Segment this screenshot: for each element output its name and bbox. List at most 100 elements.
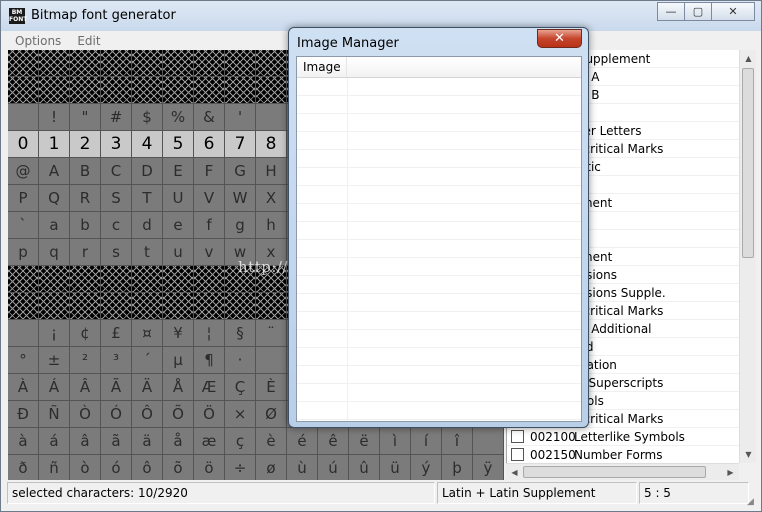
glyph-cell[interactable]: ó [101,455,132,480]
vertical-scrollbar[interactable]: ▲ ▼ [739,50,756,463]
glyph-cell[interactable] [225,266,256,293]
glyph-cell[interactable]: % [163,104,194,131]
glyph-cell[interactable] [194,50,225,77]
glyph-cell[interactable]: X [256,185,287,212]
glyph-cell[interactable] [163,266,194,293]
glyph-cell[interactable]: þ [442,455,473,480]
glyph-cell[interactable]: 6 [194,131,225,158]
glyph-cell[interactable]: t [132,239,163,266]
glyph-cell[interactable] [256,347,287,374]
glyph-cell[interactable]: Á [39,374,70,401]
glyph-cell[interactable]: a [39,212,70,239]
glyph-cell[interactable]: u [163,239,194,266]
scroll-right-icon[interactable]: ▶ [722,464,739,481]
glyph-cell[interactable] [132,266,163,293]
glyph-cell[interactable] [70,50,101,77]
glyph-cell[interactable]: @ [8,158,39,185]
resize-grip-icon[interactable]: ◢ [747,497,759,509]
glyph-cell[interactable] [225,293,256,320]
glyph-cell[interactable]: î [442,428,473,455]
glyph-cell[interactable]: ì [380,428,411,455]
glyph-cell[interactable]: § [225,320,256,347]
glyph-cell[interactable]: ê [318,428,349,455]
glyph-cell[interactable]: ä [132,428,163,455]
glyph-cell[interactable] [256,293,287,320]
glyph-cell[interactable]: Ö [194,401,225,428]
image-list[interactable]: Image [296,56,582,422]
column-header-image[interactable]: Image [297,57,347,77]
glyph-cell[interactable]: Ó [101,401,132,428]
glyph-cell[interactable]: 7 [225,131,256,158]
glyph-cell[interactable]: G [225,158,256,185]
glyph-cell[interactable] [256,266,287,293]
maximize-button[interactable]: ▢ [684,2,712,21]
glyph-cell[interactable]: á [39,428,70,455]
glyph-cell[interactable]: ø [256,455,287,480]
glyph-cell[interactable]: U [163,185,194,212]
glyph-cell[interactable]: v [194,239,225,266]
glyph-cell[interactable] [473,428,504,455]
glyph-cell[interactable]: # [101,104,132,131]
glyph-cell[interactable] [194,293,225,320]
glyph-cell[interactable] [8,50,39,77]
glyph-cell[interactable]: µ [163,347,194,374]
glyph-cell[interactable]: q [39,239,70,266]
glyph-cell[interactable]: ÷ [225,455,256,480]
glyph-cell[interactable]: ú [318,455,349,480]
scroll-up-icon[interactable]: ▲ [740,50,757,67]
glyph-cell[interactable]: w [225,239,256,266]
glyph-cell[interactable]: ´ [132,347,163,374]
glyph-cell[interactable]: â [70,428,101,455]
glyph-cell[interactable]: è [256,428,287,455]
glyph-cell[interactable] [225,50,256,77]
glyph-cell[interactable] [70,266,101,293]
glyph-cell[interactable]: é [287,428,318,455]
glyph-cell[interactable] [163,293,194,320]
glyph-cell[interactable] [256,77,287,104]
glyph-cell[interactable]: È [256,374,287,401]
glyph-cell[interactable] [8,320,39,347]
dialog-close-button[interactable]: ✕ [537,29,582,48]
menu-options[interactable]: Options [7,34,69,48]
glyph-cell[interactable]: ¦ [194,320,225,347]
glyph-cell[interactable]: Â [70,374,101,401]
glyph-cell[interactable]: " [70,104,101,131]
hscrollbar-thumb[interactable] [523,466,706,478]
glyph-cell[interactable]: ¥ [163,320,194,347]
charset-checkbox[interactable] [511,430,524,443]
glyph-cell[interactable]: W [225,185,256,212]
glyph-cell[interactable]: D [132,158,163,185]
glyph-cell[interactable]: 5 [163,131,194,158]
glyph-cell[interactable] [39,50,70,77]
glyph-cell[interactable]: E [163,158,194,185]
glyph-cell[interactable] [194,266,225,293]
glyph-cell[interactable]: à [8,428,39,455]
glyph-cell[interactable]: Ã [101,374,132,401]
glyph-cell[interactable] [194,77,225,104]
scroll-down-icon[interactable]: ▼ [740,446,757,463]
glyph-cell[interactable] [101,50,132,77]
charset-checkbox[interactable] [511,448,524,461]
glyph-cell[interactable]: Q [39,185,70,212]
glyph-cell[interactable]: 2 [70,131,101,158]
glyph-cell[interactable]: ë [349,428,380,455]
list-item[interactable]: 002100 Letterlike Symbols [507,428,756,446]
glyph-cell[interactable] [8,77,39,104]
horizontal-scrollbar[interactable]: ◀ ▶ [506,463,739,480]
glyph-cell[interactable]: g [225,212,256,239]
glyph-cell[interactable]: 3 [101,131,132,158]
glyph-cell[interactable]: í [411,428,442,455]
glyph-cell[interactable]: C [101,158,132,185]
glyph-cell[interactable]: ¤ [132,320,163,347]
scrollbar-thumb[interactable] [742,68,754,258]
glyph-cell[interactable] [132,293,163,320]
glyph-cell[interactable]: ý [411,455,442,480]
glyph-cell[interactable] [8,104,39,131]
glyph-cell[interactable]: H [256,158,287,185]
glyph-cell[interactable]: 4 [132,131,163,158]
glyph-cell[interactable] [70,77,101,104]
glyph-cell[interactable]: d [132,212,163,239]
glyph-cell[interactable] [101,266,132,293]
glyph-cell[interactable]: Õ [163,401,194,428]
glyph-cell[interactable]: ö [194,455,225,480]
